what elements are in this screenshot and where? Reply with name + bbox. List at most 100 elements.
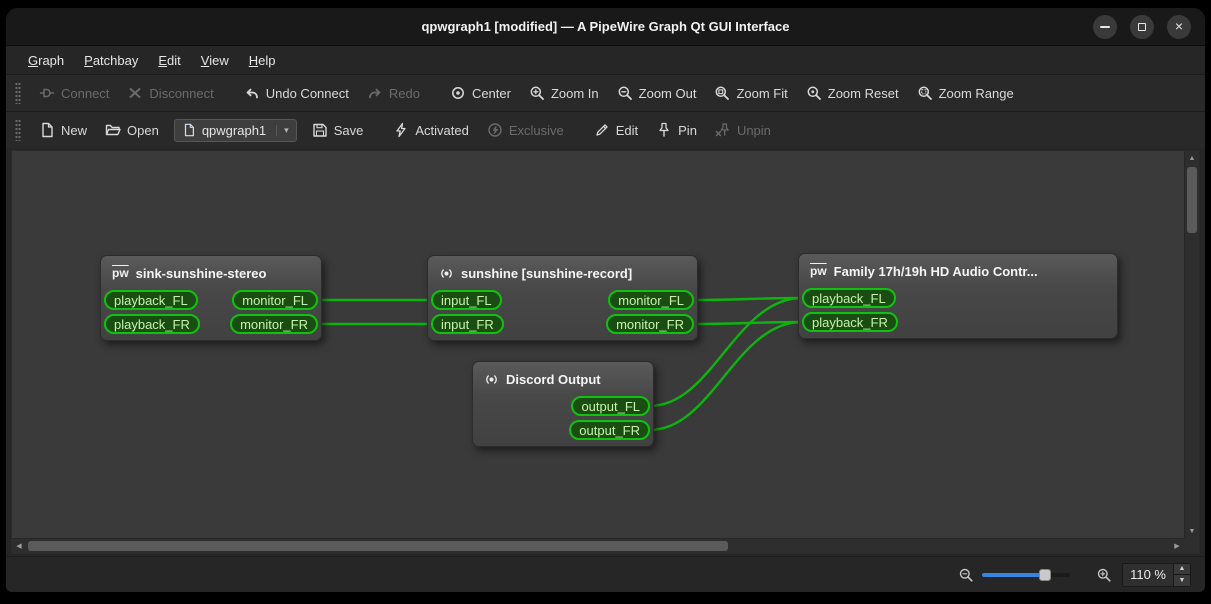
zoom-fit-label: Zoom Fit [736,86,787,101]
activated-bolt-icon [393,122,409,138]
titlebar[interactable]: qpwgraph1 [modified] — A PipeWire Graph … [6,8,1205,46]
node-header: pw Family 17h/19h HD Audio Contr... [802,261,1114,281]
vertical-scrollbar[interactable]: ▲ ▼ [1184,151,1199,538]
graph-node-sink-sunshine-stereo[interactable]: pw sink-sunshine-stereo playback_FL moni… [100,255,322,341]
activated-toggle[interactable]: Activated [384,117,477,143]
zoom-in-button[interactable]: Zoom In [520,80,608,106]
toolbar-grip[interactable] [15,119,21,141]
zoom-reset-button[interactable]: Zoom Reset [797,80,908,106]
zoom-in-label: Zoom In [551,86,599,101]
undo-connect-label: Undo Connect [266,86,349,101]
port-output-fl[interactable]: output_FL [571,396,650,416]
port-input-fr[interactable]: input_FR [431,314,504,334]
graph-node-family-audio-controller[interactable]: pw Family 17h/19h HD Audio Contr... play… [798,253,1118,339]
spin-down-button[interactable]: ▼ [1174,574,1190,586]
pipewire-icon: pw [810,265,827,277]
graph-node-discord-output[interactable]: Discord Output output_FL output_FR [472,361,654,447]
zoom-range-label: Zoom Range [939,86,1014,101]
vertical-scroll-thumb[interactable] [1187,167,1197,233]
unpin-button[interactable]: Unpin [706,117,780,143]
node-header: sunshine [sunshine-record] [431,263,694,283]
window-title: qpwgraph1 [modified] — A PipeWire Graph … [421,19,789,34]
activated-label: Activated [415,123,468,138]
maximize-icon [1138,23,1146,31]
menu-help[interactable]: Help [239,49,286,72]
unpin-label: Unpin [737,123,771,138]
new-button[interactable]: New [30,117,96,143]
graph-node-sunshine[interactable]: sunshine [sunshine-record] input_FL moni… [427,255,698,341]
chevron-down-icon: ▾ [276,125,289,136]
zoom-slider[interactable] [982,567,1070,583]
menu-patchbay[interactable]: Patchbay [74,49,148,72]
zoom-fit-button[interactable]: Zoom Fit [705,80,796,106]
port-input-fl[interactable]: input_FL [431,290,502,310]
minimize-button[interactable] [1093,15,1117,39]
scroll-down-arrow[interactable]: ▼ [1185,524,1199,538]
session-combobox[interactable]: qpwgraph1 ▾ [174,119,297,142]
zoom-in-small-icon [1096,567,1112,583]
port-playback-fl[interactable]: playback_FL [802,288,896,308]
horizontal-scroll-thumb[interactable] [28,541,728,551]
edit-pencil-icon [594,122,610,138]
close-icon: × [1175,19,1183,33]
node-title: sunshine [sunshine-record] [461,266,632,281]
zoom-range-icon [917,85,933,101]
file-toolbar: New Open qpwgraph1 ▾ Save Ac [6,111,1205,148]
pin-button[interactable]: Pin [647,117,706,143]
connect-label: Connect [61,86,109,101]
scrollbar-corner [1184,538,1199,553]
port-output-fr[interactable]: output_FR [569,420,650,440]
scroll-up-arrow[interactable]: ▲ [1185,151,1199,165]
node-title: Discord Output [506,372,601,387]
port-monitor-fl[interactable]: monitor_FL [232,290,318,310]
stream-icon [484,372,499,387]
scroll-right-arrow[interactable]: ▶ [1170,539,1184,553]
port-monitor-fl[interactable]: monitor_FL [608,290,694,310]
menu-graph[interactable]: Graph [18,49,74,72]
open-folder-icon [105,122,121,138]
undo-connect-button[interactable]: Undo Connect [235,80,358,106]
menu-view[interactable]: View [191,49,239,72]
edit-label: Edit [616,123,638,138]
scroll-left-arrow[interactable]: ◀ [12,539,26,553]
menu-edit[interactable]: Edit [148,49,190,72]
slider-handle[interactable] [1039,569,1051,581]
undo-icon [244,85,260,101]
connect-button[interactable]: Connect [30,80,118,106]
maximize-button[interactable] [1130,15,1154,39]
toolbar-grip[interactable] [15,82,21,104]
horizontal-scrollbar[interactable]: ◀ ▶ [12,538,1184,553]
zoom-fit-icon [714,85,730,101]
zoom-out-button[interactable]: Zoom Out [608,80,706,106]
node-title: sink-sunshine-stereo [136,266,267,281]
edit-button[interactable]: Edit [585,117,647,143]
center-icon [450,85,466,101]
port-monitor-fr[interactable]: monitor_FR [230,314,318,334]
exclusive-toggle[interactable]: Exclusive [478,117,573,143]
disconnect-button[interactable]: Disconnect [118,80,222,106]
session-file-icon [182,123,196,137]
port-playback-fr[interactable]: playback_FR [104,314,200,334]
graph-canvas[interactable]: pw sink-sunshine-stereo playback_FL moni… [11,150,1200,554]
port-monitor-fr[interactable]: monitor_FR [606,314,694,334]
redo-button[interactable]: Redo [358,80,429,106]
graph-viewport[interactable]: pw sink-sunshine-stereo playback_FL moni… [12,151,1184,538]
spin-up-button[interactable]: ▲ [1174,564,1190,575]
node-title: Family 17h/19h HD Audio Contr... [834,264,1038,279]
new-file-icon [39,122,55,138]
open-label: Open [127,123,159,138]
new-label: New [61,123,87,138]
slider-fill [982,573,1045,577]
zoom-reset-label: Zoom Reset [828,86,899,101]
port-playback-fr[interactable]: playback_FR [802,312,898,332]
center-label: Center [472,86,511,101]
close-button[interactable]: × [1167,15,1191,39]
center-button[interactable]: Center [441,80,520,106]
zoom-spinbox[interactable]: 110 % ▲ ▼ [1122,563,1191,587]
main-toolbar: Connect Disconnect Undo Connect Redo [6,74,1205,111]
save-button[interactable]: Save [303,117,373,143]
port-playback-fl[interactable]: playback_FL [104,290,198,310]
zoom-range-button[interactable]: Zoom Range [908,80,1023,106]
menubar: Graph Patchbay Edit View Help [6,46,1205,74]
open-button[interactable]: Open [96,117,168,143]
